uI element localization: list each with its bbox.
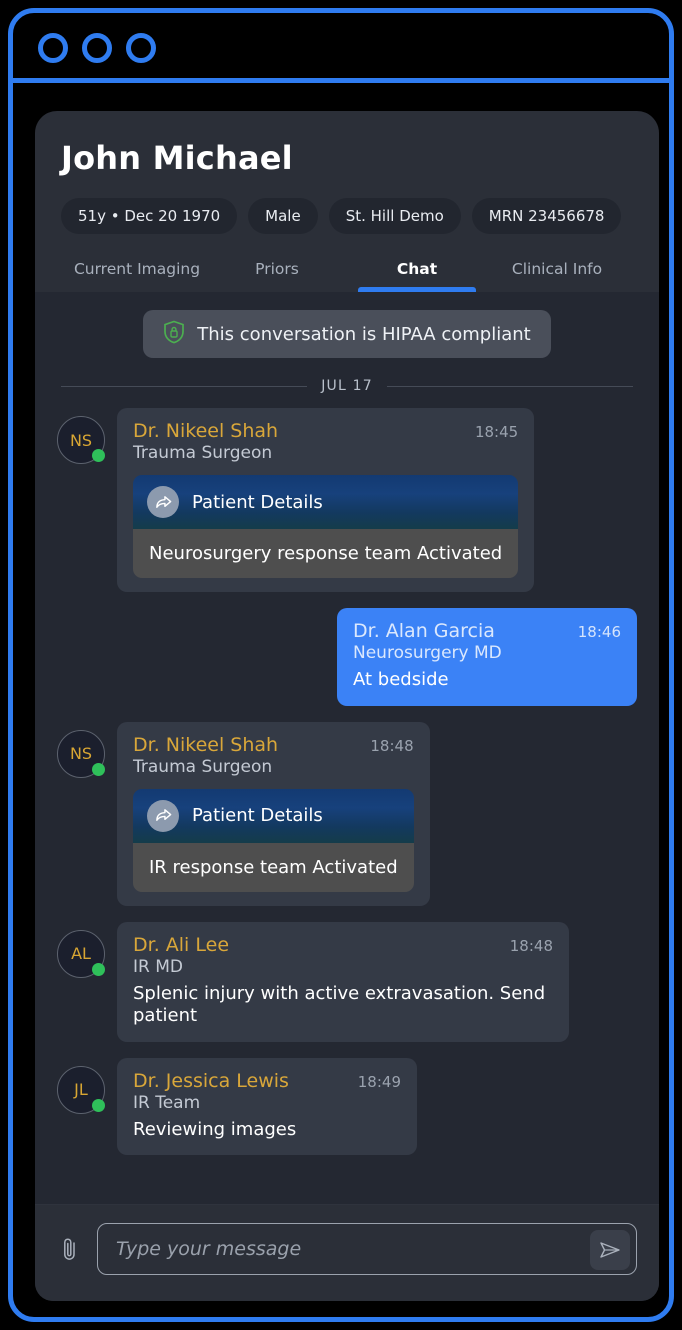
- chat-message: AL Dr. Ali Lee 18:48 IR MD Splenic injur…: [57, 921, 637, 1042]
- avatar[interactable]: NS: [57, 416, 105, 465]
- attachment-label: Patient Details: [192, 805, 323, 827]
- patient-chip-site: St. Hill Demo: [328, 198, 461, 235]
- message-text: At bedside: [353, 669, 449, 691]
- message-header: Dr. Ali Lee 18:48: [133, 934, 553, 956]
- message-header: Dr. Nikeel Shah 18:48: [133, 734, 414, 756]
- send-paper-plane-icon: [600, 1242, 620, 1258]
- avatar-initials: NS: [69, 744, 93, 764]
- message-input-wrapper[interactable]: [97, 1223, 637, 1275]
- browser-titlebar: [13, 13, 669, 83]
- message-bubble: Dr. Nikeel Shah 18:45 Trauma Surgeon Pat…: [117, 408, 535, 593]
- share-arrow-icon: [147, 486, 179, 519]
- message-sender: Dr. Ali Lee: [133, 933, 230, 956]
- message-header: Dr. Nikeel Shah 18:45: [133, 420, 518, 442]
- attachment-card[interactable]: Patient Details IR response team Activat…: [133, 788, 414, 892]
- message-sender-role: Trauma Surgeon: [133, 443, 273, 464]
- message-time: 18:48: [509, 936, 553, 955]
- hipaa-banner-row: This conversation is HIPAA compliant: [57, 310, 637, 359]
- patient-chip-age-dob: 51y • Dec 20 1970: [61, 198, 238, 235]
- patient-chip-list: 51y • Dec 20 1970 Male St. Hill Demo MRN…: [61, 198, 633, 235]
- avatar[interactable]: NS: [57, 729, 105, 778]
- attachment-header[interactable]: Patient Details: [133, 475, 519, 530]
- message-sender: Dr. Alan Garcia: [353, 620, 495, 643]
- message-bubble: Dr. Ali Lee 18:48 IR MD Splenic injury w…: [117, 921, 569, 1042]
- attachment-body: Neurosurgery response team Activated: [133, 529, 519, 579]
- message-time: 18:46: [577, 623, 621, 642]
- date-divider-line-right: [386, 385, 634, 387]
- browser-window-frame: John Michael 51y • Dec 20 1970 Male St. …: [8, 8, 674, 1322]
- patient-chip-mrn: MRN 23456678: [471, 198, 622, 235]
- message-composer: [35, 1204, 659, 1301]
- window-controls: [38, 33, 156, 63]
- attachment-label: Patient Details: [192, 491, 323, 513]
- tab-clinical-info[interactable]: Clinical Info: [487, 256, 627, 292]
- hipaa-banner-text: This conversation is HIPAA compliant: [197, 323, 531, 345]
- message-sender-role: Neurosurgery MD: [353, 643, 502, 664]
- message-time: 18:45: [474, 423, 519, 442]
- tab-current-imaging[interactable]: Current Imaging: [67, 256, 207, 292]
- paperclip-icon[interactable]: [57, 1234, 83, 1264]
- attachment-header[interactable]: Patient Details: [133, 788, 414, 843]
- chat-message-list[interactable]: This conversation is HIPAA compliant JUL…: [35, 292, 659, 1204]
- online-status-dot-icon: [92, 1098, 105, 1112]
- message-sender-role: IR Team: [133, 1092, 201, 1113]
- avatar[interactable]: JL: [57, 1065, 105, 1114]
- avatar[interactable]: AL: [57, 929, 105, 978]
- online-status-dot-icon: [92, 762, 105, 776]
- patient-chat-app: John Michael 51y • Dec 20 1970 Male St. …: [35, 111, 659, 1301]
- message-header: Dr. Alan Garcia 18:46: [353, 620, 621, 642]
- message-time: 18:48: [370, 736, 414, 755]
- message-bubble: Dr. Alan Garcia 18:46 Neurosurgery MD At…: [337, 608, 637, 706]
- message-sender: Dr. Nikeel Shah: [133, 733, 279, 756]
- message-sender-role: IR MD: [133, 956, 183, 977]
- message-text: Splenic injury with active extravasation…: [133, 982, 546, 1027]
- avatar-initials: JL: [74, 1080, 88, 1100]
- message-header: Dr. Jessica Lewis 18:49: [133, 1070, 401, 1092]
- tab-bar: Current Imaging Priors Chat Clinical Inf…: [61, 256, 633, 293]
- online-status-dot-icon: [92, 962, 105, 976]
- window-dot-1-icon[interactable]: [38, 33, 68, 63]
- share-arrow-icon: [147, 799, 179, 832]
- message-input[interactable]: [116, 1238, 580, 1260]
- hipaa-banner: This conversation is HIPAA compliant: [143, 310, 551, 359]
- date-divider: JUL 17: [61, 378, 634, 395]
- chat-message: JL Dr. Jessica Lewis 18:49 IR Team Revie…: [57, 1057, 637, 1156]
- message-sender: Dr. Jessica Lewis: [133, 1069, 289, 1092]
- date-divider-line-left: [61, 385, 308, 387]
- patient-header: John Michael 51y • Dec 20 1970 Male St. …: [35, 111, 659, 293]
- online-status-dot-icon: [92, 449, 105, 463]
- tab-priors[interactable]: Priors: [207, 256, 347, 292]
- chat-message: NS Dr. Nikeel Shah 18:48 Trauma Surgeon: [57, 721, 637, 906]
- patient-chip-sex: Male: [248, 198, 318, 235]
- message-sender: Dr. Nikeel Shah: [133, 420, 279, 443]
- avatar-initials: AL: [71, 944, 91, 964]
- date-divider-label: JUL 17: [321, 378, 373, 395]
- chat-message: NS Dr. Nikeel Shah 18:45 Trauma Surgeon: [57, 408, 637, 593]
- attachment-card[interactable]: Patient Details Neurosurgery response te…: [133, 475, 519, 579]
- page-title: John Michael: [61, 139, 293, 177]
- window-dot-2-icon[interactable]: [82, 33, 112, 63]
- attachment-body: IR response team Activated: [133, 842, 414, 892]
- send-button[interactable]: [590, 1230, 630, 1270]
- message-bubble: Dr. Jessica Lewis 18:49 IR Team Reviewin…: [117, 1057, 417, 1156]
- message-sender-role: Trauma Surgeon: [133, 756, 273, 777]
- shield-lock-icon: [163, 320, 185, 348]
- message-bubble: Dr. Nikeel Shah 18:48 Trauma Surgeon Pat…: [117, 721, 430, 906]
- chat-message: Dr. Alan Garcia 18:46 Neurosurgery MD At…: [57, 608, 637, 706]
- message-text: Reviewing images: [133, 1118, 297, 1140]
- message-time: 18:49: [357, 1072, 401, 1091]
- avatar-initials: NS: [69, 430, 93, 450]
- window-dot-3-icon[interactable]: [126, 33, 156, 63]
- tab-chat[interactable]: Chat: [347, 256, 487, 293]
